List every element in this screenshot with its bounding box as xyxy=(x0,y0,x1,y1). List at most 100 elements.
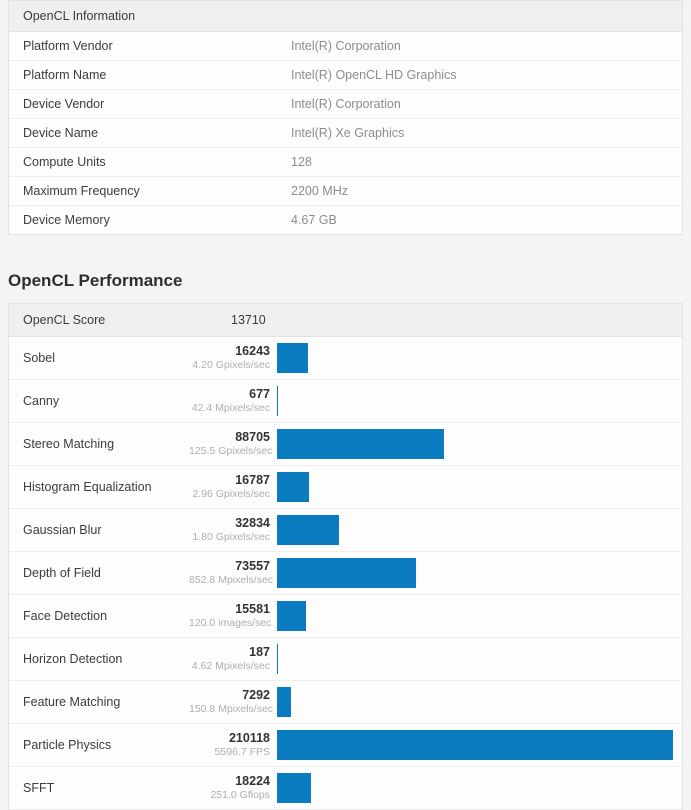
benchmark-score: 677 xyxy=(189,387,270,402)
benchmark-figures: 1874.62 Mpixels/sec xyxy=(189,645,277,673)
opencl-information-rows: Platform VendorIntel(R) CorporationPlatf… xyxy=(9,32,682,234)
benchmark-bar-track xyxy=(277,472,682,502)
benchmark-bar-track xyxy=(277,644,682,674)
info-row-label: Maximum Frequency xyxy=(9,184,291,198)
benchmark-bar xyxy=(277,773,311,803)
info-row-label: Device Name xyxy=(9,126,291,140)
benchmark-bar xyxy=(277,429,444,459)
benchmark-bar-track xyxy=(277,730,682,760)
benchmark-name: Sobel xyxy=(9,351,189,365)
benchmark-row: Horizon Detection1874.62 Mpixels/sec xyxy=(9,638,682,681)
benchmark-name: Particle Physics xyxy=(9,738,189,752)
benchmark-rate: 120.0 images/sec xyxy=(189,617,270,630)
benchmark-bar xyxy=(277,515,339,545)
benchmark-score: 73557 xyxy=(189,559,270,574)
benchmark-name: Depth of Field xyxy=(9,566,189,580)
benchmark-figures: 73557852.8 Mpixels/sec xyxy=(189,559,277,587)
benchmark-row: Stereo Matching88705125.5 Gpixels/sec xyxy=(9,423,682,466)
benchmark-name: Horizon Detection xyxy=(9,652,189,666)
info-row-value: 2200 MHz xyxy=(291,184,348,198)
info-row: Platform NameIntel(R) OpenCL HD Graphics xyxy=(9,61,682,90)
benchmark-bar-track xyxy=(277,429,682,459)
benchmark-name: Gaussian Blur xyxy=(9,523,189,537)
benchmark-bar-track xyxy=(277,386,682,416)
benchmark-bar xyxy=(277,558,416,588)
benchmark-score: 15581 xyxy=(189,602,270,617)
benchmark-bar-track xyxy=(277,515,682,545)
opencl-score-value: 13710 xyxy=(231,313,266,327)
benchmark-name: Canny xyxy=(9,394,189,408)
info-row-label: Compute Units xyxy=(9,155,291,169)
benchmark-figures: 328341.80 Gpixels/sec xyxy=(189,516,277,544)
info-row: Device VendorIntel(R) Corporation xyxy=(9,90,682,119)
benchmark-row: Sobel162434.20 Gpixels/sec xyxy=(9,337,682,380)
benchmark-bar-track xyxy=(277,558,682,588)
benchmark-row: Face Detection15581120.0 images/sec xyxy=(9,595,682,638)
benchmark-rate: 2.96 Gpixels/sec xyxy=(189,488,270,501)
opencl-performance-table: OpenCL Score 13710 Sobel162434.20 Gpixel… xyxy=(8,303,683,810)
benchmark-rate: 150.8 Mpixels/sec xyxy=(189,703,270,716)
info-row: Device Memory4.67 GB xyxy=(9,206,682,234)
benchmark-bar-track xyxy=(277,687,682,717)
benchmark-bar-track xyxy=(277,601,682,631)
info-row-label: Device Memory xyxy=(9,213,291,227)
benchmark-figures: 88705125.5 Gpixels/sec xyxy=(189,430,277,458)
info-row-value: 128 xyxy=(291,155,312,169)
info-row-label: Platform Vendor xyxy=(9,39,291,53)
benchmark-rows: Sobel162434.20 Gpixels/secCanny67742.4 M… xyxy=(9,337,682,810)
benchmark-score: 16787 xyxy=(189,473,270,488)
info-row-value: 4.67 GB xyxy=(291,213,337,227)
opencl-score-label: OpenCL Score xyxy=(9,313,231,327)
opencl-performance-title: OpenCL Performance xyxy=(8,249,683,303)
benchmark-score: 88705 xyxy=(189,430,270,445)
benchmark-figures: 167872.96 Gpixels/sec xyxy=(189,473,277,501)
benchmark-name: Stereo Matching xyxy=(9,437,189,451)
benchmark-row: SFFT18224251.0 Gflops xyxy=(9,767,682,810)
opencl-information-title: OpenCL Information xyxy=(9,1,682,32)
benchmark-bar xyxy=(277,386,278,416)
benchmark-figures: 18224251.0 Gflops xyxy=(189,774,277,802)
info-row: Maximum Frequency2200 MHz xyxy=(9,177,682,206)
info-row-label: Platform Name xyxy=(9,68,291,82)
benchmark-rate: 4.20 Gpixels/sec xyxy=(189,359,270,372)
opencl-score-row: OpenCL Score 13710 xyxy=(9,304,682,337)
benchmark-row: Canny67742.4 Mpixels/sec xyxy=(9,380,682,423)
benchmark-rate: 1.80 Gpixels/sec xyxy=(189,531,270,544)
opencl-information-table: OpenCL Information Platform VendorIntel(… xyxy=(8,0,683,235)
benchmark-figures: 2101185596.7 FPS xyxy=(189,731,277,759)
benchmark-bar xyxy=(277,730,673,760)
opencl-benchmark-page: OpenCL Information Platform VendorIntel(… xyxy=(0,0,691,810)
benchmark-score: 32834 xyxy=(189,516,270,531)
benchmark-name: Feature Matching xyxy=(9,695,189,709)
benchmark-score: 18224 xyxy=(189,774,270,789)
benchmark-score: 187 xyxy=(189,645,270,660)
benchmark-rate: 251.0 Gflops xyxy=(189,789,270,802)
benchmark-figures: 15581120.0 images/sec xyxy=(189,602,277,630)
benchmark-row: Gaussian Blur328341.80 Gpixels/sec xyxy=(9,509,682,552)
benchmark-bar xyxy=(277,601,306,631)
benchmark-rate: 125.5 Gpixels/sec xyxy=(189,445,270,458)
info-row-value: Intel(R) Corporation xyxy=(291,97,401,111)
benchmark-score: 210118 xyxy=(189,731,270,746)
info-row: Platform VendorIntel(R) Corporation xyxy=(9,32,682,61)
info-row-value: Intel(R) OpenCL HD Graphics xyxy=(291,68,457,82)
benchmark-name: Histogram Equalization xyxy=(9,480,189,494)
benchmark-bar xyxy=(277,343,308,373)
benchmark-figures: 67742.4 Mpixels/sec xyxy=(189,387,277,415)
benchmark-bar xyxy=(277,472,309,502)
benchmark-name: Face Detection xyxy=(9,609,189,623)
benchmark-figures: 7292150.8 Mpixels/sec xyxy=(189,688,277,716)
benchmark-bar-track xyxy=(277,343,682,373)
section-spacer xyxy=(8,235,683,249)
benchmark-rate: 5596.7 FPS xyxy=(189,746,270,759)
benchmark-rate: 852.8 Mpixels/sec xyxy=(189,574,270,587)
benchmark-row: Particle Physics2101185596.7 FPS xyxy=(9,724,682,767)
benchmark-rate: 4.62 Mpixels/sec xyxy=(189,660,270,673)
benchmark-row: Feature Matching7292150.8 Mpixels/sec xyxy=(9,681,682,724)
info-row-label: Device Vendor xyxy=(9,97,291,111)
benchmark-figures: 162434.20 Gpixels/sec xyxy=(189,344,277,372)
info-row: Compute Units128 xyxy=(9,148,682,177)
benchmark-rate: 42.4 Mpixels/sec xyxy=(189,402,270,415)
benchmark-bar xyxy=(277,687,291,717)
benchmark-score: 7292 xyxy=(189,688,270,703)
